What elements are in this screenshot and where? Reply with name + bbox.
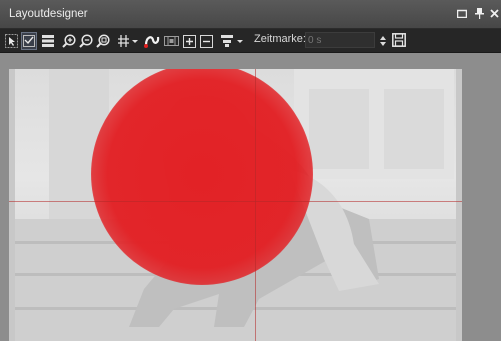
zoom-out-icon[interactable]: [78, 32, 93, 50]
film-icon[interactable]: [163, 32, 179, 50]
path-icon[interactable]: [143, 32, 161, 50]
align-icon[interactable]: [220, 32, 246, 50]
check-icon[interactable]: [21, 32, 37, 50]
window-title: Layoutdesigner: [9, 8, 88, 20]
timestamp-label: Zeitmarke:: [254, 33, 306, 45]
close-icon[interactable]: [487, 6, 501, 20]
grid-icon[interactable]: [116, 32, 140, 50]
select-icon[interactable]: [4, 32, 18, 50]
pin-icon[interactable]: [472, 6, 486, 20]
toolbar: [0, 29, 501, 53]
remove-frame-icon[interactable]: [199, 32, 214, 50]
save-icon[interactable]: [391, 31, 407, 49]
add-frame-icon[interactable]: [182, 32, 197, 50]
vertical-guide: [255, 69, 256, 341]
maximize-icon[interactable]: [455, 6, 469, 20]
zoom-in-icon[interactable]: [61, 32, 76, 50]
layout-stage[interactable]: [9, 69, 462, 341]
title-bar: Layoutdesigner: [0, 0, 501, 29]
timestamp-stepper[interactable]: [378, 32, 388, 50]
zoom-fit-icon[interactable]: [95, 32, 110, 50]
red-circle-object[interactable]: [91, 69, 313, 285]
horizontal-guide: [9, 201, 462, 202]
layers-icon[interactable]: [40, 32, 55, 50]
timestamp-input[interactable]: [305, 32, 375, 48]
